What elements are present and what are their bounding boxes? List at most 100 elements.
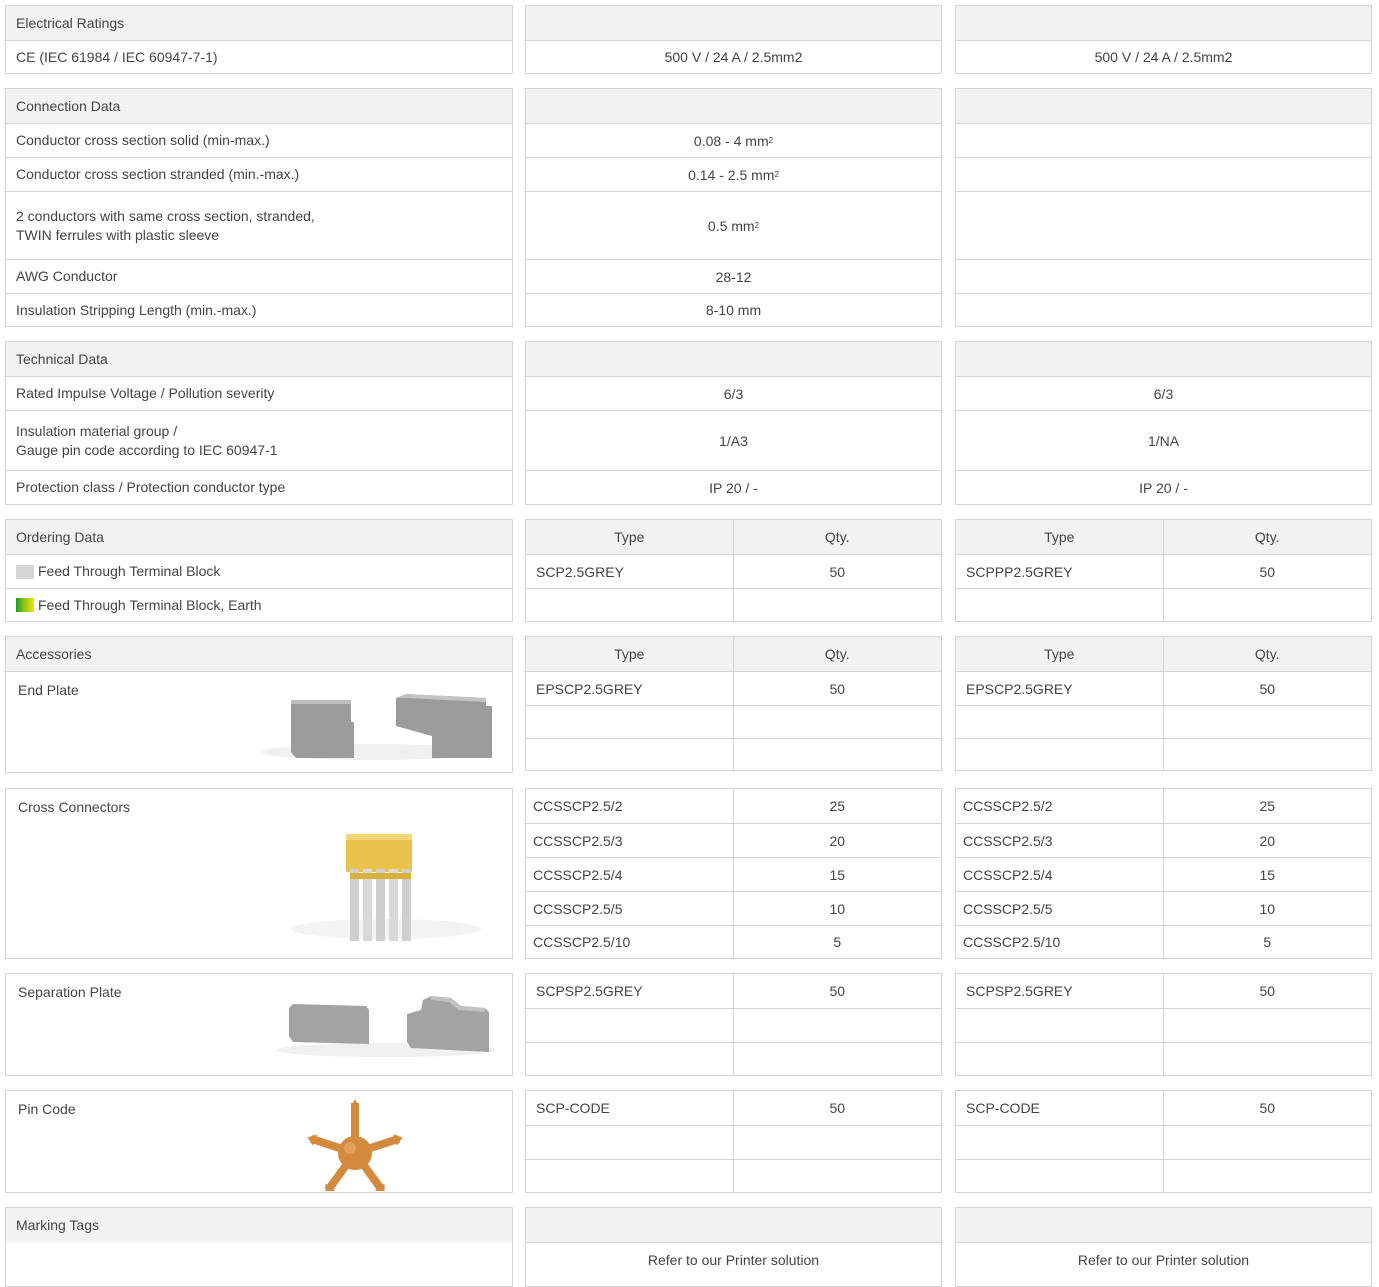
table-row: CCSSCP2.5/10 5 <box>956 925 1371 958</box>
cross-connectors-values-a: CCSSCP2.5/2 25 CCSSCP2.5/3 20 CCSSCP2.5/… <box>525 788 942 959</box>
type-cell <box>956 1126 1164 1159</box>
qty-cell: 15 <box>1259 866 1276 883</box>
ce-value-a: 500 V / 24 A / 2.5mm2 <box>526 40 941 73</box>
table-row: SCP2.5GREY 50 <box>526 554 941 588</box>
type-cell <box>956 1043 1164 1075</box>
stranded-value-a: 0.14 - 2.5 mm 2 <box>526 157 941 191</box>
separation-plate-label: Separation Plate <box>18 984 122 1000</box>
pin-code-label: Pin Code <box>18 1101 76 1117</box>
insulation-value-b: 1/NA <box>956 410 1371 470</box>
table-row <box>526 1008 941 1042</box>
ordering-data-label-box: Ordering Data Feed Through Terminal Bloc… <box>5 519 513 622</box>
qty-cell <box>734 739 942 770</box>
qty-cell <box>1164 1009 1372 1042</box>
qty-cell: 50 <box>829 983 846 999</box>
type-cell <box>956 1160 1164 1192</box>
technical-data-label-box: Technical Data Rated Impulse Voltage / P… <box>5 341 513 505</box>
type-cell: EPSCP2.5GREY <box>956 672 1164 705</box>
type-cell: SCPSP2.5GREY <box>526 974 734 1008</box>
empty-row <box>956 259 1371 293</box>
solid-label: Conductor cross section solid (min-max.) <box>6 123 512 157</box>
type-cell: CCSSCP2.5/5 <box>956 892 1164 925</box>
qty-cell: 50 <box>829 680 846 697</box>
table-row: CCSSCP2.5/5 10 <box>956 891 1371 925</box>
table-row <box>956 1008 1371 1042</box>
twin-label-line1: 2 conductors with same cross section, st… <box>16 207 315 224</box>
qty-header: Qty. <box>824 646 850 662</box>
type-cell <box>526 1009 734 1042</box>
qty-header: Qty. <box>824 529 850 545</box>
qty-cell <box>734 1043 942 1075</box>
empty-row <box>956 123 1371 157</box>
accessories-table-header: Type Qty. <box>526 637 941 671</box>
table-row <box>956 738 1371 770</box>
feed-through-earth-label: Feed Through Terminal Block, Earth <box>38 596 262 613</box>
table-row: SCPSP2.5GREY 50 <box>526 974 941 1008</box>
type-cell <box>956 739 1164 770</box>
feed-through-grey-label: Feed Through Terminal Block <box>38 563 221 579</box>
twin-value-text: 0.5 mm <box>707 217 755 234</box>
type-cell: CCSSCP2.5/3 <box>956 824 1164 857</box>
type-cell: CCSSCP2.5/5 <box>526 892 734 925</box>
empty-row <box>956 293 1371 326</box>
table-row: EPSCP2.5GREY 50 <box>956 671 1371 705</box>
twin-label-line2: TWIN ferrules with plastic sleeve <box>16 226 220 243</box>
separation-values-b: SCPSP2.5GREY 50 <box>955 973 1372 1076</box>
type-cell <box>526 706 734 738</box>
insulation-value-a: 1/A3 <box>526 410 941 470</box>
technical-values-b: 6/3 1/NA IP 20 / - <box>955 341 1372 505</box>
cross-connectors-label-box: Cross Connectors <box>5 788 513 959</box>
type-cell: EPSCP2.5GREY <box>526 672 734 705</box>
insulation-label: Insulation material group / Gauge pin cod… <box>6 410 512 470</box>
solid-value-a: 0.08 - 4 mm 2 <box>526 123 941 157</box>
table-row: EPSCP2.5GREY 50 <box>526 671 941 705</box>
ce-label: CE (IEC 61984 / IEC 60947-7-1) <box>6 40 512 73</box>
qty-header: Qty. <box>1254 646 1280 662</box>
electrical-values-b: 500 V / 24 A / 2.5mm2 <box>955 5 1372 74</box>
printer-solution-text-a: Refer to our Printer solution <box>526 1242 941 1276</box>
qty-cell: 25 <box>1259 798 1276 814</box>
type-cell <box>526 1043 734 1075</box>
ce-value-b: 500 V / 24 A / 2.5mm2 <box>956 40 1371 73</box>
table-row: SCPSP2.5GREY 50 <box>956 974 1371 1008</box>
strip-label: Insulation Stripping Length (min.-max.) <box>6 293 512 326</box>
cross-connectors-values-b: CCSSCP2.5/2 25 CCSSCP2.5/3 20 CCSSCP2.5/… <box>955 788 1372 959</box>
table-row <box>956 705 1371 738</box>
pin-code-values-a: SCP-CODE 50 <box>525 1090 942 1193</box>
qty-cell <box>1164 706 1372 738</box>
qty-cell: 50 <box>829 563 846 580</box>
header-blank <box>956 89 1371 123</box>
strip-value-a: 8-10 mm <box>526 293 941 326</box>
impulse-label: Rated Impulse Voltage / Pollution severi… <box>6 376 512 410</box>
type-cell: CCSSCP2.5/3 <box>526 824 734 857</box>
ordering-values-b: Type Qty. SCPPP2.5GREY 50 <box>955 519 1372 622</box>
qty-cell <box>1164 1126 1372 1159</box>
type-cell: SCP-CODE <box>956 1091 1164 1125</box>
connection-data-label-box: Connection Data Conductor cross section … <box>5 88 513 327</box>
separation-values-a: SCPSP2.5GREY 50 <box>525 973 942 1076</box>
qty-cell <box>1164 1043 1372 1075</box>
qty-cell: 50 <box>1259 983 1276 999</box>
table-row: CCSSCP2.5/10 5 <box>526 925 941 958</box>
earth-color-swatch <box>16 598 34 612</box>
table-row <box>526 738 941 770</box>
ordering-table-header: Type Qty. <box>956 520 1371 554</box>
type-cell: SCPSP2.5GREY <box>956 974 1164 1008</box>
qty-cell: 25 <box>829 798 846 814</box>
qty-cell: 20 <box>829 832 846 849</box>
electrical-values-a: 500 V / 24 A / 2.5mm2 <box>525 5 942 74</box>
table-row: CCSSCP2.5/2 25 <box>526 789 941 823</box>
pin-code-label-box: Pin Code <box>5 1090 513 1193</box>
header-blank <box>956 6 1371 40</box>
cross-connector-image <box>291 834 481 941</box>
qty-header: Qty. <box>1254 529 1280 545</box>
qty-cell: 5 <box>833 934 842 950</box>
grey-color-swatch <box>16 564 34 579</box>
end-plate-values-b: Type Qty. EPSCP2.5GREY 50 <box>955 636 1372 771</box>
table-row: CCSSCP2.5/3 20 <box>956 823 1371 857</box>
stranded-label: Conductor cross section stranded (min.-m… <box>6 157 512 191</box>
insulation-label-line1: Insulation material group / <box>16 422 178 439</box>
protection-value-b: IP 20 / - <box>956 470 1371 504</box>
marking-values-b: Refer to our Printer solution <box>955 1207 1372 1287</box>
pin-code-values-b: SCP-CODE 50 <box>955 1090 1372 1193</box>
